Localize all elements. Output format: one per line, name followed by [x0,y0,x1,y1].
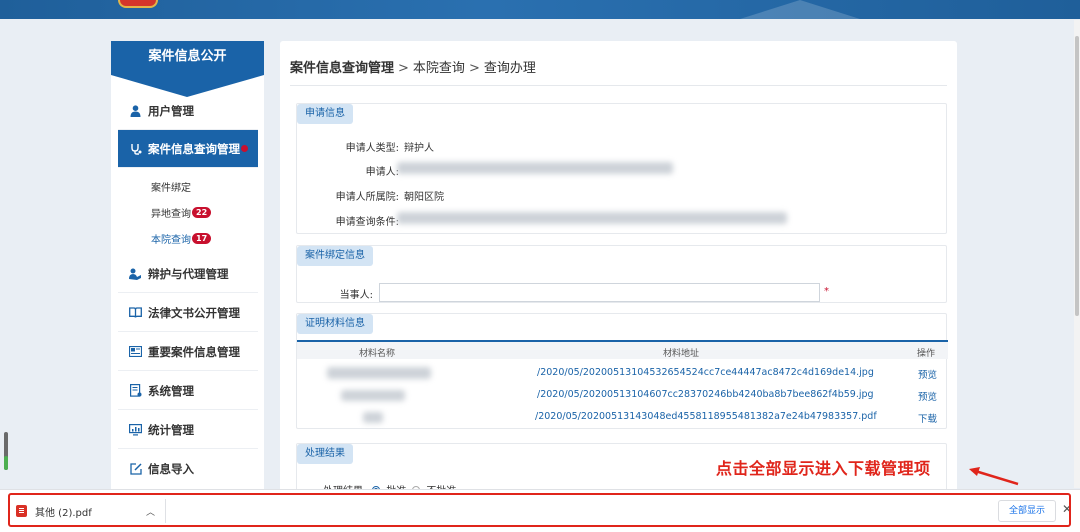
breadcrumb-root[interactable]: 案件信息查询管理 [290,61,394,76]
emblem-logo [118,0,158,8]
annotation-highlight-box [8,493,1071,527]
party-input[interactable] [379,283,820,302]
sidebar: 案件信息公开 用户管理 案件信息查询管理 案件绑定 异地查询 22 本院查询 1… [111,41,264,493]
field-label: 申请人: [365,167,399,178]
column-header: 材料地址 [663,349,700,359]
subitem-label: 案件绑定 [151,182,191,194]
section-title: 证明材料信息 [297,314,373,334]
applicant-section: 申请信息 申请人类型: 辩护人 申请人: 申请人所属院: 朝阳区院 申请查询条件… [296,103,947,234]
breadcrumb-separator: > [468,61,480,76]
subitem-local-query[interactable]: 本院查询 17 [151,230,212,246]
sidebar-title: 案件信息公开 [111,41,264,75]
section-title: 申请信息 [297,104,353,124]
sidebar-item-label: 用户管理 [148,103,194,118]
applicant-court-value: 朝阳区院 [404,192,444,203]
field-label: 申请人类型: [345,143,399,154]
news-icon [129,345,142,358]
subitem-label: 本院查询 [151,234,191,246]
user-icon [129,104,142,117]
redacted-query-condition [397,212,787,224]
sidebar-item-statistics[interactable]: 统计管理 [118,411,258,449]
book-icon [129,306,142,319]
field-label: 当事人: [339,290,373,301]
sidebar-item-defense-agency[interactable]: 辩护与代理管理 [118,255,258,293]
sidebar-item-case-query[interactable]: 案件信息查询管理 [118,130,258,168]
section-title: 案件绑定信息 [297,246,373,266]
sidebar-item-label: 辩护与代理管理 [148,266,229,281]
preview-link[interactable]: 预览 [918,367,937,381]
subitem-case-binding[interactable]: 案件绑定 [151,178,191,194]
subitem-label: 异地查询 [151,208,191,220]
top-banner [0,0,1080,19]
count-badge: 17 [192,232,212,244]
sidebar-item-label: 系统管理 [148,383,194,398]
main-panel: 案件信息查询管理 > 本院查询 > 查询办理 申请信息 申请人类型: 辩护人 申请人: … [280,41,957,503]
sidebar-item-system[interactable]: 系统管理 [118,372,258,410]
redacted-material-name [363,412,383,423]
sidebar-item-label: 案件信息查询管理 [148,141,240,156]
breadcrumb: 案件信息查询管理 > 本院查询 > 查询办理 [290,57,536,76]
notification-dot [241,145,248,152]
monitor-chart-icon [129,423,142,436]
page-scrollbar[interactable] [1074,20,1080,488]
sidebar-item-label: 信息导入 [148,462,194,476]
material-address-link[interactable]: /2020/05/20200513104532654524cc7ce44447a… [537,367,874,378]
material-address-link[interactable]: /2020/05/20200513104607cc28370246bb4240b… [537,389,874,400]
divider [290,85,947,86]
sidebar-item-user-management[interactable]: 用户管理 [118,92,258,130]
sidebar-item-label: 重要案件信息管理 [148,344,240,359]
download-link[interactable]: 下载 [918,411,937,425]
sidebar-item-label: 法律文书公开管理 [148,305,240,320]
sidebar-item-legal-docs[interactable]: 法律文书公开管理 [118,294,258,332]
settings-doc-icon [129,384,142,397]
column-header: 操作 [917,349,936,359]
edit-import-icon [129,463,142,476]
annotation-arrow-icon [969,467,1019,486]
stethoscope-icon [129,142,142,155]
subitem-remote-query[interactable]: 异地查询 22 [151,204,212,220]
applicant-type-value: 辩护人 [404,143,434,154]
scrollbar-thumb[interactable] [1075,36,1079,316]
sidebar-item-import[interactable]: 信息导入 [118,450,258,488]
annotation-text: 点击全部显示进入下载管理项 [716,459,931,478]
column-header: 材料名称 [359,349,396,359]
banner-decoration [740,0,860,19]
binding-section: 案件绑定信息 当事人: * [296,245,947,303]
redacted-material-name [327,367,431,379]
table-header: 材料名称 材料地址 操作 [297,340,948,359]
sidebar-item-important-cases[interactable]: 重要案件信息管理 [118,333,258,371]
redacted-material-name [341,390,405,401]
required-mark: * [824,286,829,297]
materials-section: 证明材料信息 材料名称 材料地址 操作 /2020/05/20200513104… [296,313,948,429]
material-address-link[interactable]: /2020/05/20200513143048ed455811895548138… [535,411,877,422]
handshake-icon [129,267,142,280]
breadcrumb-level2[interactable]: 本院查询 [413,61,465,76]
redacted-applicant-name [397,162,673,174]
section-title: 处理结果 [297,444,353,464]
breadcrumb-current: 查询办理 [483,61,536,76]
preview-link[interactable]: 预览 [918,389,937,403]
field-label: 申请查询条件: [335,217,399,228]
sidebar-item-label: 统计管理 [148,422,194,437]
count-badge: 22 [192,206,212,218]
breadcrumb-separator: > [398,61,409,76]
field-label: 申请人所属院: [335,192,399,203]
side-scroll-indicator [4,432,8,470]
